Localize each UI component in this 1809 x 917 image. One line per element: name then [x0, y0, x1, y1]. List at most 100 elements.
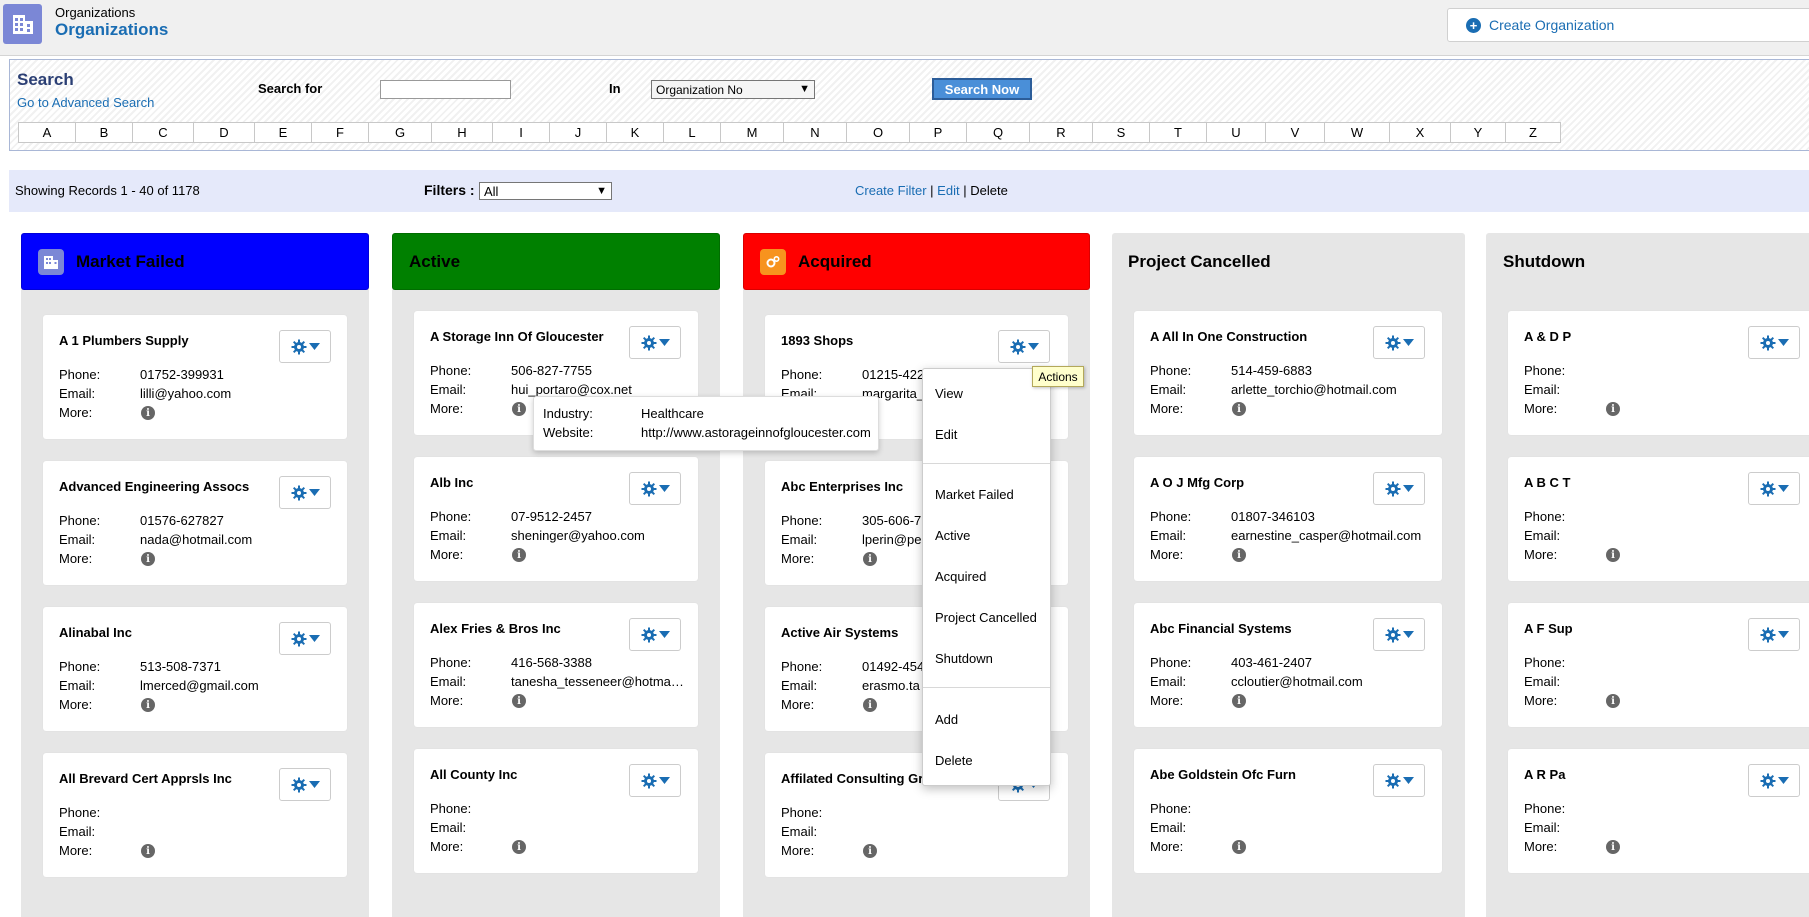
menu-item-project-cancelled[interactable]: Project Cancelled	[935, 610, 1037, 625]
advanced-search-link[interactable]: Go to Advanced Search	[17, 95, 154, 110]
info-icon[interactable]: i	[863, 844, 877, 858]
alpha-letter-u[interactable]: U	[1206, 122, 1266, 143]
organization-name[interactable]: A & D P	[1524, 329, 1571, 344]
info-icon[interactable]: i	[512, 402, 526, 416]
card-actions-button[interactable]	[629, 618, 681, 651]
organization-card[interactable]: Alb Inc Phone: 07-9512-2457 Email: sheninger…	[414, 457, 698, 581]
organization-name[interactable]: A Storage Inn Of Gloucester	[430, 329, 604, 344]
alpha-letter-s[interactable]: S	[1092, 122, 1150, 143]
card-actions-button[interactable]	[1373, 326, 1425, 359]
alpha-letter-q[interactable]: Q	[966, 122, 1030, 143]
info-icon[interactable]: i	[1606, 548, 1620, 562]
organization-name[interactable]: Advanced Engineering Assocs	[59, 479, 249, 494]
card-actions-button[interactable]	[1373, 764, 1425, 797]
card-actions-button[interactable]	[1373, 618, 1425, 651]
email-value[interactable]: nada@hotmail.com	[140, 532, 333, 547]
email-value[interactable]: tanesha_tesseneer@hotmail.com	[511, 674, 684, 689]
organization-card[interactable]: All Brevard Cert Apprsls Inc Phone: Email:…	[43, 753, 347, 877]
alpha-letter-r[interactable]: R	[1029, 122, 1093, 143]
card-actions-button[interactable]	[629, 472, 681, 505]
info-icon[interactable]: i	[863, 698, 877, 712]
email-value[interactable]: arlette_torchio@hotmail.com	[1231, 382, 1428, 397]
alpha-letter-z[interactable]: Z	[1505, 122, 1561, 143]
card-actions-button[interactable]	[1748, 472, 1800, 505]
alpha-letter-n[interactable]: N	[783, 122, 847, 143]
organization-name[interactable]: A F Sup	[1524, 621, 1573, 636]
organization-name[interactable]: A 1 Plumbers Supply	[59, 333, 189, 348]
menu-item-market-failed[interactable]: Market Failed	[935, 487, 1014, 502]
organization-card[interactable]: Alinabal Inc Phone: 513-508-7371 Email: lmer…	[43, 607, 347, 731]
organization-name[interactable]: All Brevard Cert Apprsls Inc	[59, 771, 232, 786]
info-icon[interactable]: i	[141, 406, 155, 420]
alpha-letter-c[interactable]: C	[132, 122, 194, 143]
card-actions-button[interactable]	[998, 330, 1050, 363]
create-organization-button[interactable]: + Create Organization	[1447, 8, 1809, 42]
email-value[interactable]: ccloutier@hotmail.com	[1231, 674, 1428, 689]
organization-name[interactable]: Alex Fries & Bros Inc	[430, 621, 561, 636]
card-actions-button[interactable]	[1748, 618, 1800, 651]
organization-name[interactable]: Alinabal Inc	[59, 625, 132, 640]
menu-item-acquired[interactable]: Acquired	[935, 569, 986, 584]
menu-item-edit[interactable]: Edit	[935, 427, 957, 442]
alpha-letter-o[interactable]: O	[846, 122, 910, 143]
info-icon[interactable]: i	[512, 548, 526, 562]
info-icon[interactable]: i	[1232, 548, 1246, 562]
card-actions-button[interactable]	[1373, 472, 1425, 505]
page-title[interactable]: Organizations	[55, 20, 168, 40]
menu-item-shutdown[interactable]: Shutdown	[935, 651, 993, 666]
info-icon[interactable]: i	[1232, 694, 1246, 708]
organization-card[interactable]: Advanced Engineering Assocs Phone: 01576-6…	[43, 461, 347, 585]
organization-card[interactable]: A & D P Phone: Email: More: i	[1508, 311, 1809, 435]
email-value[interactable]: lmerced@gmail.com	[140, 678, 333, 693]
organization-card[interactable]: A All In One Construction Phone: 514-459-6…	[1134, 311, 1442, 435]
organization-card[interactable]: A O J Mfg Corp Phone: 01807-346103 Email: ea…	[1134, 457, 1442, 581]
menu-item-add[interactable]: Add	[935, 712, 958, 727]
organization-name[interactable]: Abe Goldstein Ofc Furn	[1150, 767, 1296, 782]
website-value[interactable]: http://www.astorageinnofgloucester.com	[641, 425, 871, 440]
organization-name[interactable]: Active Air Systems	[781, 625, 898, 640]
info-icon[interactable]: i	[512, 840, 526, 854]
info-icon[interactable]: i	[863, 552, 877, 566]
card-actions-button[interactable]	[1748, 326, 1800, 359]
alpha-letter-v[interactable]: V	[1265, 122, 1325, 143]
info-icon[interactable]: i	[512, 694, 526, 708]
organization-name[interactable]: A R Pa	[1524, 767, 1565, 782]
alpha-letter-m[interactable]: M	[720, 122, 784, 143]
alpha-letter-k[interactable]: K	[606, 122, 664, 143]
alpha-letter-j[interactable]: J	[549, 122, 607, 143]
alpha-letter-t[interactable]: T	[1149, 122, 1207, 143]
alpha-letter-w[interactable]: W	[1324, 122, 1390, 143]
organization-card[interactable]: A B C T Phone: Email: More: i	[1508, 457, 1809, 581]
organization-card[interactable]: A 1 Plumbers Supply Phone: 01752-399931 Ema…	[43, 315, 347, 439]
info-icon[interactable]: i	[1606, 402, 1620, 416]
card-actions-button[interactable]	[629, 326, 681, 359]
menu-item-delete[interactable]: Delete	[935, 753, 973, 768]
organization-name[interactable]: A O J Mfg Corp	[1150, 475, 1244, 490]
email-value[interactable]: lilli@yahoo.com	[140, 386, 333, 401]
organization-name[interactable]: Abc Financial Systems	[1150, 621, 1292, 636]
organization-card[interactable]: Abc Financial Systems Phone: 403-461-2407 E…	[1134, 603, 1442, 727]
card-actions-button[interactable]	[279, 330, 331, 363]
search-input[interactable]	[380, 80, 511, 99]
alpha-letter-p[interactable]: P	[909, 122, 967, 143]
organization-name[interactable]: A B C T	[1524, 475, 1570, 490]
menu-item-view[interactable]: View	[935, 386, 963, 401]
alpha-letter-g[interactable]: G	[368, 122, 432, 143]
edit-filter-link[interactable]: Edit	[937, 183, 959, 198]
card-actions-button[interactable]	[279, 476, 331, 509]
alpha-letter-a[interactable]: A	[18, 122, 76, 143]
alpha-letter-e[interactable]: E	[254, 122, 312, 143]
organization-name[interactable]: A All In One Construction	[1150, 329, 1307, 344]
delete-filter-link[interactable]: Delete	[970, 183, 1008, 198]
organization-name[interactable]: 1893 Shops	[781, 333, 853, 348]
alpha-letter-i[interactable]: I	[492, 122, 550, 143]
info-icon[interactable]: i	[1606, 840, 1620, 854]
filter-select[interactable]: All ▼	[479, 182, 612, 200]
alpha-letter-x[interactable]: X	[1389, 122, 1451, 143]
card-actions-button[interactable]	[1748, 764, 1800, 797]
organization-name[interactable]: Abc Enterprises Inc	[781, 479, 903, 494]
info-icon[interactable]: i	[141, 698, 155, 712]
alpha-letter-l[interactable]: L	[663, 122, 721, 143]
card-actions-button[interactable]	[279, 622, 331, 655]
info-icon[interactable]: i	[1606, 694, 1620, 708]
